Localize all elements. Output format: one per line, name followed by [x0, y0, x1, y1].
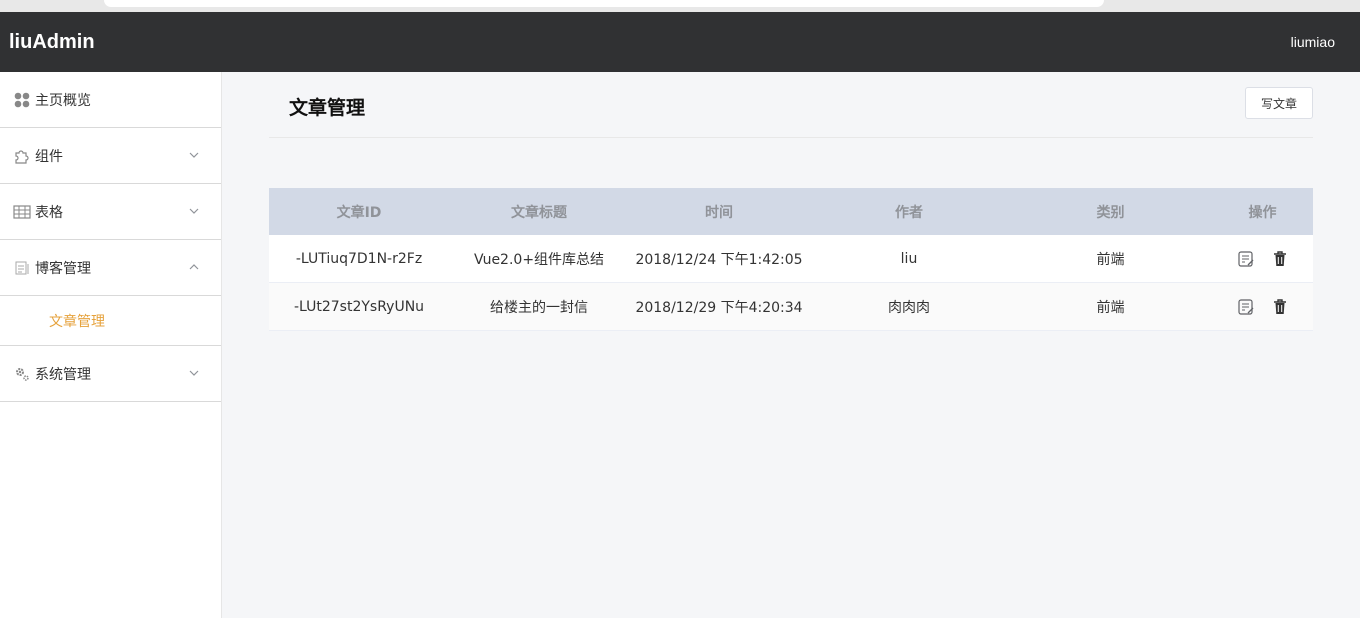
user-name[interactable]: liumiao — [1291, 34, 1335, 50]
browser-chrome — [0, 0, 1360, 12]
edit-icon[interactable] — [1237, 298, 1255, 316]
sidebar-item-label: 博客管理 — [35, 260, 91, 277]
table-row: -LUTiuq7D1N-r2Fz Vue2.0+组件库总结 2018/12/24… — [269, 235, 1313, 283]
delete-icon[interactable] — [1271, 250, 1289, 268]
sidebar-item-dashboard[interactable]: 主页概览 — [0, 72, 221, 128]
sidebar-item-label: 系统管理 — [35, 366, 91, 383]
top-bar: liuAdmin liumiao — [0, 12, 1360, 72]
column-header: 文章ID — [336, 204, 382, 221]
article-title: Vue2.0+组件库总结 — [473, 251, 605, 268]
article-author: liu — [900, 250, 918, 267]
brand-logo[interactable]: liuAdmin — [9, 31, 95, 54]
column-header: 作者 — [895, 204, 923, 221]
table-icon — [13, 203, 31, 221]
sidebar-item-table[interactable]: 表格 — [0, 184, 221, 240]
delete-icon[interactable] — [1271, 298, 1289, 316]
sidebar-item-system[interactable]: 系统管理 — [0, 346, 221, 402]
article-category: 前端 — [1096, 251, 1125, 268]
article-author: 肉肉肉 — [888, 299, 930, 316]
chevron-down-icon — [189, 208, 199, 214]
column-header: 时间 — [705, 204, 733, 221]
article-id: -LUt27st2YsRyUNu — [293, 298, 425, 315]
row-actions — [1212, 250, 1313, 268]
table-header: 文章ID 文章标题 时间 作者 类别 操作 — [269, 188, 1313, 235]
page-header: 文章管理 写文章 — [269, 72, 1313, 138]
chevron-down-icon — [189, 152, 199, 158]
puzzle-icon — [13, 147, 31, 165]
sidebar-item-label: 表格 — [35, 204, 63, 221]
table-row: -LUt27st2YsRyUNu 给楼主的一封信 2018/12/29 下午4:… — [269, 283, 1313, 331]
document-icon — [13, 259, 31, 277]
row-actions — [1212, 298, 1313, 316]
page-title: 文章管理 — [289, 97, 366, 119]
sidebar: 主页概览 组件 表格 博客管理 文章管理 系统管理 — [0, 72, 222, 618]
articles-table: 文章ID 文章标题 时间 作者 类别 操作 -LUTiuq7D1N-r2Fz V… — [269, 188, 1313, 331]
column-header: 类别 — [1096, 204, 1125, 221]
chevron-down-icon — [189, 370, 199, 376]
article-time: 2018/12/24 下午1:42:05 — [635, 251, 803, 268]
article-title: 给楼主的一封信 — [490, 299, 588, 316]
dashboard-icon — [13, 91, 31, 109]
column-header: 操作 — [1248, 204, 1277, 221]
main-content: 文章管理 写文章 文章ID 文章标题 时间 作者 类别 操作 -LUTiuq7D… — [222, 72, 1360, 618]
address-bar[interactable] — [104, 0, 1104, 7]
article-id: -LUTiuq7D1N-r2Fz — [295, 250, 423, 267]
chevron-up-icon — [189, 263, 199, 269]
edit-icon[interactable] — [1237, 250, 1255, 268]
sidebar-item-components[interactable]: 组件 — [0, 128, 221, 184]
sidebar-item-label: 主页概览 — [35, 92, 91, 109]
column-header: 文章标题 — [511, 204, 567, 221]
sidebar-item-label: 组件 — [35, 148, 63, 165]
article-time: 2018/12/29 下午4:20:34 — [635, 299, 803, 316]
write-article-button[interactable]: 写文章 — [1245, 87, 1313, 119]
sidebar-item-blog[interactable]: 博客管理 — [0, 240, 221, 296]
gear-icon — [13, 365, 31, 383]
sidebar-subitem-articles[interactable]: 文章管理 — [0, 296, 221, 346]
article-category: 前端 — [1096, 299, 1125, 316]
